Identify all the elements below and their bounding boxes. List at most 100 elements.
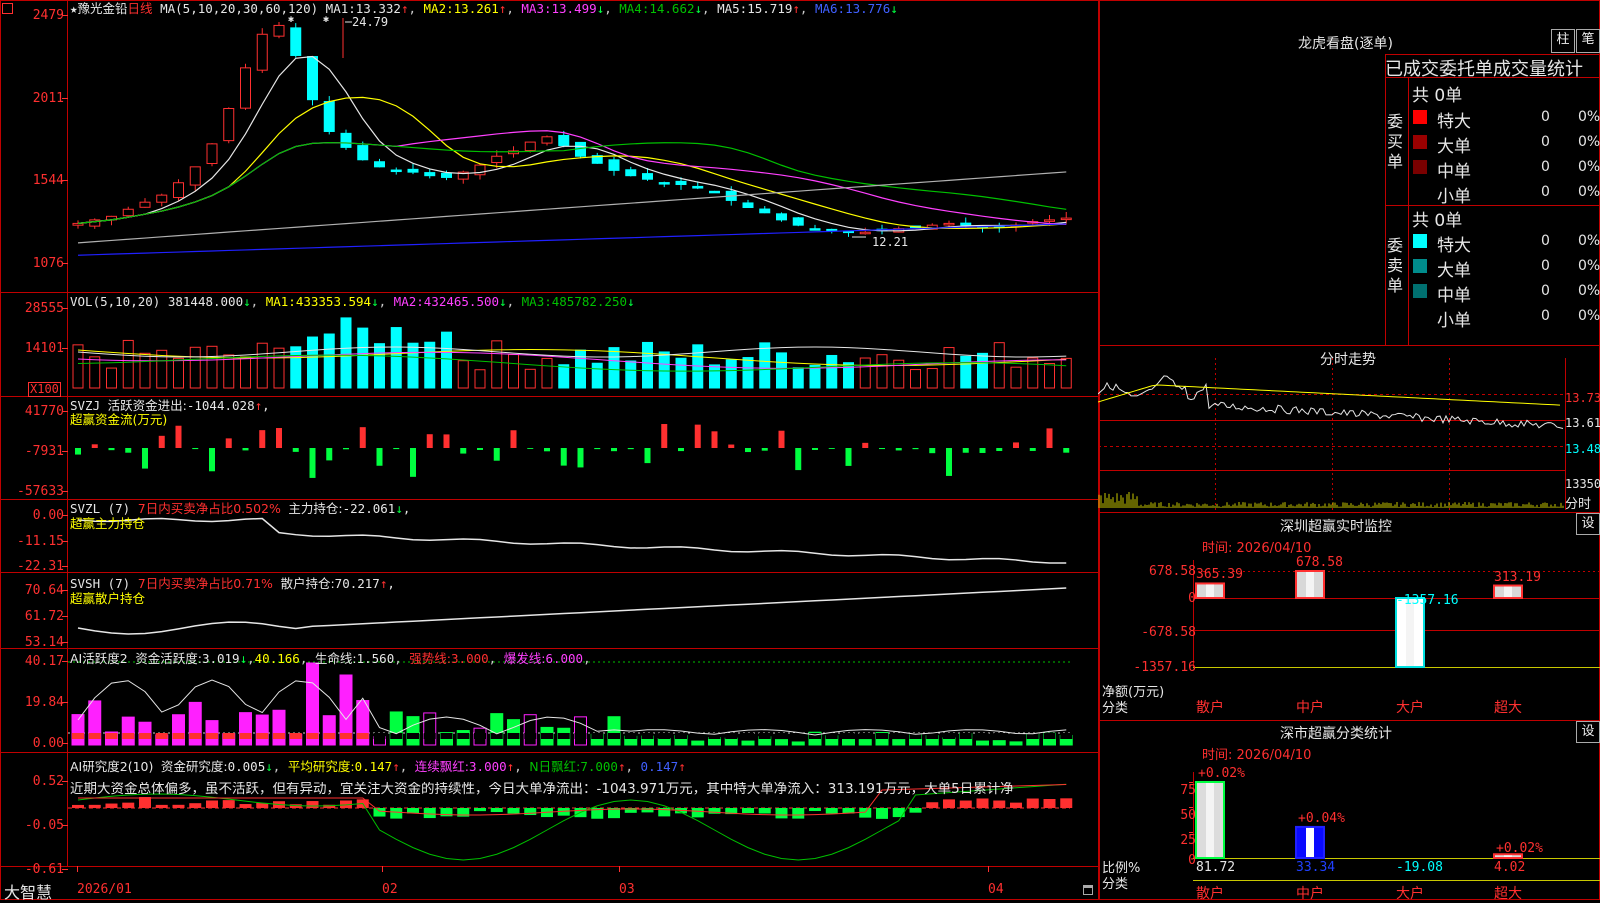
activity-bar	[507, 719, 520, 746]
flow-bar	[410, 448, 416, 477]
ai1-strong-label: 强势线:	[409, 651, 452, 666]
order-percent: 0%	[1578, 184, 1600, 200]
flow-bar	[694, 424, 701, 448]
research-bar	[105, 803, 118, 808]
class-bar-highlight	[1306, 827, 1314, 857]
flow-bar	[1063, 448, 1070, 453]
volume-bar	[893, 359, 905, 389]
candle-body	[658, 182, 670, 185]
volume-bar	[558, 364, 570, 389]
candle-body	[541, 136, 553, 144]
candle-body	[139, 201, 151, 208]
volume-line	[77, 346, 1067, 358]
flow-bar	[142, 448, 148, 469]
dragon-tabs[interactable]: 已成交委托单成交量统计	[1385, 55, 1600, 81]
volume-bar	[189, 346, 201, 389]
activity-base	[289, 733, 302, 739]
order-type-label: 中单	[1437, 162, 1471, 182]
ai2-avg-arrow: ↑	[392, 759, 400, 774]
monitor-category-label: 大户	[1396, 700, 1424, 716]
volume-bar	[826, 354, 838, 389]
ai1-strong: 3.000	[451, 651, 489, 666]
volume-bar	[256, 342, 268, 389]
ma1-value: 13.332	[355, 1, 401, 16]
volume-bar	[457, 360, 469, 389]
volume-bar	[792, 367, 804, 389]
volume-bar	[977, 352, 988, 389]
svzl-ytick-0: 0.00	[32, 508, 64, 523]
activity-bar	[842, 739, 855, 746]
research-bar	[892, 808, 905, 818]
svsh-ytick-0: 70.64	[24, 583, 64, 598]
ai2-label: AI研究度2(10)	[70, 759, 154, 774]
vol-ma1-value: 433353.594	[295, 294, 372, 309]
flow-bar	[493, 448, 500, 461]
flow-bar	[611, 448, 617, 452]
class-value-label: 81.72	[1196, 860, 1236, 875]
order-percent: 0%	[1578, 159, 1600, 175]
monitor-time: 时间: 2026/04/10	[1202, 541, 1312, 556]
flow-bar	[761, 448, 768, 451]
volume-bar	[206, 345, 218, 389]
activity-base	[373, 733, 386, 739]
candle-body	[290, 27, 302, 56]
activity-base	[876, 733, 888, 739]
flow-bar	[376, 448, 383, 466]
intraday-ytick-0: 13.73	[1565, 391, 1600, 405]
activity-base	[775, 733, 788, 739]
activity-base	[189, 733, 202, 739]
activity-base	[407, 733, 419, 739]
flow-bar	[477, 448, 483, 450]
flow-bar	[209, 448, 215, 472]
ai2-arrow: ↓	[265, 759, 273, 774]
monitor-bar-highlight	[1306, 572, 1314, 597]
svsh-desc2: 散户持仓:	[280, 576, 335, 591]
candle-body	[323, 101, 335, 132]
research-bar	[373, 808, 386, 817]
bar-view-button[interactable]: 柱	[1551, 29, 1575, 53]
research-bar	[909, 808, 922, 813]
order-count: 0	[1541, 159, 1550, 175]
volume-bar	[290, 346, 302, 389]
candle-body	[608, 159, 620, 171]
ma3-value: 13.499	[551, 1, 597, 16]
activity-base	[139, 733, 151, 739]
class-ytick: 50	[1180, 808, 1196, 823]
activity-base	[423, 733, 436, 739]
activity-base	[959, 733, 972, 739]
candle-body	[122, 208, 134, 217]
ai2-cons-arrow: ↑	[506, 759, 515, 774]
research-bar	[1026, 798, 1039, 808]
candle-body	[558, 134, 570, 147]
flow-bar	[75, 448, 81, 455]
period-label[interactable]: 日线	[128, 1, 153, 16]
flow-bar	[393, 448, 400, 450]
svzl-label: SVZL (7)	[70, 501, 131, 516]
class-settings-button[interactable]: 设	[1576, 721, 1600, 743]
activity-base	[943, 733, 955, 739]
retail-holding-line	[77, 587, 1067, 635]
ma-line-6	[77, 223, 1067, 256]
monitor-bar-highlight	[1206, 584, 1214, 597]
favorite-star-icon[interactable]: ★	[70, 1, 78, 16]
volume-bar	[508, 354, 519, 389]
research-bar	[976, 798, 989, 808]
monitor-ytick: 678.58	[1149, 564, 1196, 579]
intraday-footer: 分时	[1565, 497, 1592, 512]
high-price-label: 24.79	[352, 15, 389, 29]
order-view-button[interactable]: 笔	[1576, 29, 1600, 53]
order-color-swatch	[1413, 309, 1427, 323]
lock-icon[interactable]	[1083, 885, 1093, 895]
research-bar	[172, 804, 185, 808]
research-bar	[72, 804, 84, 808]
monitor-settings-button[interactable]: 设	[1576, 513, 1600, 535]
ai1-label: AI活跃度2	[70, 651, 128, 666]
flow-bar	[1013, 442, 1019, 448]
svzj-ytick-0: 41770	[24, 404, 64, 419]
xaxis-label-3: 04	[988, 882, 1004, 897]
order-type-label: 中单	[1437, 286, 1471, 306]
vol-params: VOL(5,10,20)	[70, 294, 161, 309]
volume-bar	[374, 343, 385, 389]
activity-base	[88, 733, 101, 739]
activity-bar	[691, 740, 705, 746]
